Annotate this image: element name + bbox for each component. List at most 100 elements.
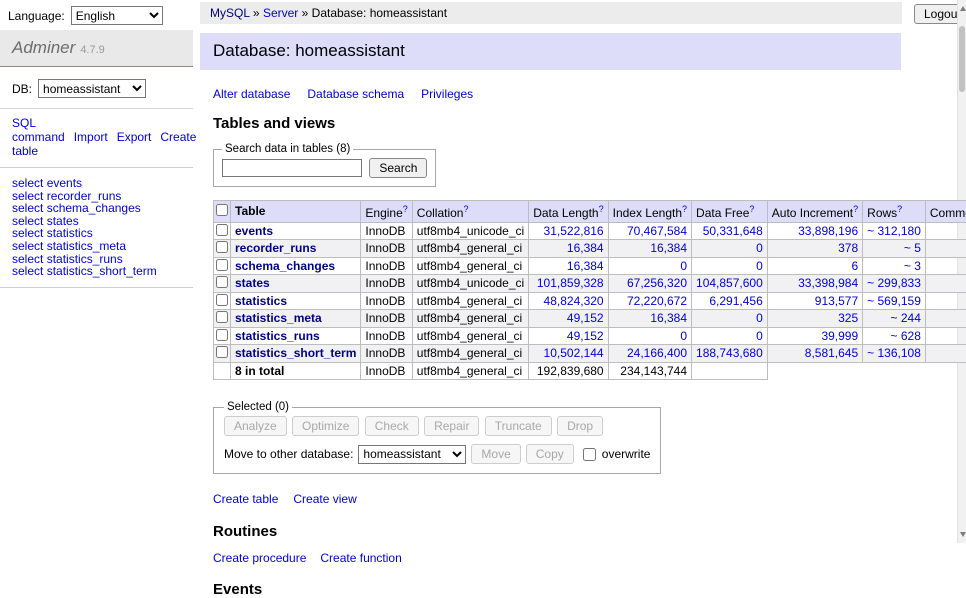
selected-legend: Selected (0): [224, 401, 292, 413]
auto-increment-link[interactable]: 33,898,196: [798, 224, 858, 238]
help-icon[interactable]: ?: [897, 204, 902, 214]
collation-cell: utf8mb4_general_ci: [412, 240, 528, 258]
index-length-link[interactable]: 24,166,400: [627, 346, 687, 360]
row-checkbox[interactable]: [216, 311, 228, 323]
data-length-link[interactable]: 16,384: [567, 259, 604, 273]
help-icon[interactable]: ?: [403, 204, 408, 214]
auto-increment-link[interactable]: 378: [838, 241, 858, 255]
table-name-link[interactable]: statistics_short_term: [235, 346, 356, 360]
rows-count-link[interactable]: ~ 136,108: [867, 346, 921, 360]
drop-button[interactable]: Drop: [557, 416, 603, 436]
table-name-link[interactable]: statistics_short_term: [47, 264, 157, 278]
create-function-link[interactable]: Create function: [320, 551, 401, 565]
auto-increment-link[interactable]: 8,581,645: [805, 346, 858, 360]
table-name-link[interactable]: events: [235, 224, 273, 238]
create-procedure-link[interactable]: Create procedure: [213, 551, 306, 565]
select-link[interactable]: select: [12, 264, 43, 278]
index-length-link[interactable]: 70,467,584: [627, 224, 687, 238]
index-length-link[interactable]: 0: [680, 259, 687, 273]
rows-count-link[interactable]: ~ 5: [904, 241, 921, 255]
data-free-link[interactable]: 6,291,456: [709, 294, 762, 308]
rows-count-link[interactable]: ~ 569,159: [867, 294, 921, 308]
search-fieldset: Search data in tables (8) Search: [213, 143, 436, 187]
row-checkbox[interactable]: [216, 259, 228, 271]
data-free-link[interactable]: 188,743,680: [696, 346, 763, 360]
data-length-link[interactable]: 48,824,320: [544, 294, 604, 308]
move-database-select[interactable]: homeassistant: [358, 445, 466, 464]
privileges-link[interactable]: Privileges: [421, 87, 473, 101]
sidebar-export-link[interactable]: Export: [117, 130, 152, 144]
data-length-link[interactable]: 101,859,328: [537, 276, 604, 290]
table-name-link[interactable]: schema_changes: [235, 259, 335, 273]
check-button[interactable]: Check: [365, 416, 419, 436]
db-select[interactable]: homeassistant: [38, 79, 146, 98]
rows-count-link[interactable]: ~ 244: [891, 311, 921, 325]
data-free-link[interactable]: 50,331,648: [703, 224, 763, 238]
index-length-link[interactable]: 16,384: [650, 311, 687, 325]
language-select[interactable]: English: [71, 6, 163, 25]
table-name-link[interactable]: statistics_runs: [235, 329, 320, 343]
auto-increment-link[interactable]: 33,398,984: [798, 276, 858, 290]
app-logo[interactable]: Adminer: [12, 38, 75, 57]
search-input[interactable]: [222, 159, 362, 177]
overwrite-checkbox[interactable]: [583, 448, 596, 461]
table-name-link[interactable]: statistics_meta: [235, 311, 322, 325]
data-free-link[interactable]: 0: [756, 329, 763, 343]
auto-increment-link[interactable]: 6: [851, 259, 858, 273]
rows-count-link[interactable]: ~ 312,180: [867, 224, 921, 238]
sidebar-import-link[interactable]: Import: [74, 130, 108, 144]
index-length-link[interactable]: 0: [680, 329, 687, 343]
row-checkbox[interactable]: [216, 241, 228, 253]
data-free-link[interactable]: 104,857,600: [696, 276, 763, 290]
auto-increment-link[interactable]: 39,999: [821, 329, 858, 343]
help-icon[interactable]: ?: [599, 204, 604, 214]
index-length-link[interactable]: 67,256,320: [627, 276, 687, 290]
help-icon[interactable]: ?: [463, 204, 468, 214]
breadcrumb-mysql-link[interactable]: MySQL: [210, 6, 250, 20]
data-length-link[interactable]: 49,152: [567, 311, 604, 325]
data-length-link[interactable]: 10,502,144: [544, 346, 604, 360]
rows-count-link[interactable]: ~ 3: [904, 259, 921, 273]
row-checkbox[interactable]: [216, 329, 228, 341]
alter-database-link[interactable]: Alter database: [213, 87, 290, 101]
scroll-down-icon[interactable]: [960, 532, 966, 537]
analyze-button[interactable]: Analyze: [224, 416, 287, 436]
data-length-link[interactable]: 49,152: [567, 329, 604, 343]
sidebar-sql-command-link[interactable]: SQL command: [12, 116, 65, 144]
search-button[interactable]: Search: [369, 158, 427, 178]
breadcrumb-server-link[interactable]: Server: [263, 6, 298, 20]
create-table-link[interactable]: Create table: [213, 492, 278, 506]
create-view-link[interactable]: Create view: [293, 492, 356, 506]
row-checkbox[interactable]: [216, 346, 228, 358]
row-checkbox[interactable]: [216, 294, 228, 306]
data-length-link[interactable]: 31,522,816: [544, 224, 604, 238]
auto-increment-link[interactable]: 913,577: [815, 294, 858, 308]
table-name-link[interactable]: recorder_runs: [235, 241, 316, 255]
truncate-button[interactable]: Truncate: [485, 416, 552, 436]
row-checkbox[interactable]: [216, 276, 228, 288]
database-schema-link[interactable]: Database schema: [307, 87, 404, 101]
scroll-up-icon[interactable]: [960, 6, 966, 11]
data-free-link[interactable]: 0: [756, 311, 763, 325]
index-length-link[interactable]: 16,384: [650, 241, 687, 255]
help-icon[interactable]: ?: [749, 204, 754, 214]
table-name-link[interactable]: statistics: [235, 294, 287, 308]
row-checkbox[interactable]: [216, 224, 228, 236]
repair-button[interactable]: Repair: [424, 416, 479, 436]
scrollbar-thumb[interactable]: [959, 26, 965, 92]
copy-button[interactable]: Copy: [526, 444, 574, 464]
help-icon[interactable]: ?: [853, 204, 858, 214]
collation-cell: utf8mb4_general_ci: [412, 310, 528, 328]
index-length-link[interactable]: 72,220,672: [627, 294, 687, 308]
auto-increment-link[interactable]: 325: [838, 311, 858, 325]
select-all-checkbox[interactable]: [216, 204, 228, 216]
rows-count-link[interactable]: ~ 299,833: [867, 276, 921, 290]
data-free-link[interactable]: 0: [756, 241, 763, 255]
table-name-link[interactable]: states: [235, 276, 270, 290]
help-icon[interactable]: ?: [682, 204, 687, 214]
move-button[interactable]: Move: [471, 444, 520, 464]
rows-count-link[interactable]: ~ 628: [891, 329, 921, 343]
data-free-link[interactable]: 0: [756, 259, 763, 273]
data-length-link[interactable]: 16,384: [567, 241, 604, 255]
optimize-button[interactable]: Optimize: [292, 416, 359, 436]
